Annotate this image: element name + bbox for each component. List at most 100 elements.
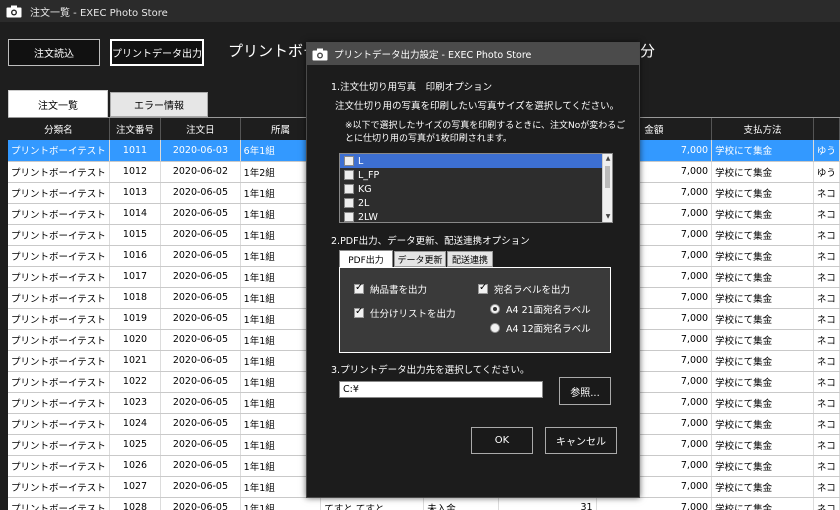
label-a4-21-radio[interactable]: A4 21面宛名ラベル — [490, 302, 591, 316]
column-header[interactable] — [813, 118, 840, 140]
section1-note-line1: ※以下で選択したサイズの写真を印刷するときに、注文Noが変わるご — [345, 121, 626, 131]
table-cell: 1023 — [109, 392, 162, 414]
table-cell: ネコ — [813, 434, 840, 456]
table-cell: 2020-06-05 — [160, 287, 241, 309]
column-header[interactable]: 注文日 — [160, 118, 241, 140]
checkbox-icon[interactable] — [344, 198, 354, 208]
table-row[interactable]: プリントボーイテスト 1028 2020-06-05 1年1組 てすと てすと 未入金 31… — [8, 497, 840, 510]
checkbox-icon[interactable] — [344, 212, 354, 222]
table-cell: 1019 — [109, 308, 162, 330]
table-cell: ネコ — [813, 308, 840, 330]
table-cell: ネコ — [813, 266, 840, 288]
table-cell: ネコ — [813, 329, 840, 351]
column-header[interactable]: 注文番号 — [109, 118, 162, 140]
table-cell: 学校にて集金 — [711, 161, 814, 183]
table-cell: ネコ — [813, 350, 840, 372]
size-listbox[interactable]: L L_FP KG 2L 2LW ▲ ▼ — [339, 153, 613, 223]
table-cell: プリントボーイテスト — [8, 455, 110, 477]
load-orders-button[interactable]: 注文読込 — [8, 39, 100, 66]
column-header[interactable]: 支払方法 — [711, 118, 814, 140]
table-cell: ネコ — [813, 371, 840, 393]
table-cell: 1014 — [109, 203, 162, 225]
tab-data-update[interactable]: データ更新 — [394, 251, 446, 267]
table-cell: 2020-06-05 — [160, 266, 241, 288]
print-export-dialog: プリントデータ出力設定 - EXEC Photo Store 1.注文仕切り用写… — [306, 42, 640, 498]
app-window: 注文一覧 - EXEC Photo Store 注文読込 プリントデータ出力 プ… — [0, 0, 840, 510]
table-cell: 学校にて集金 — [711, 497, 814, 510]
table-cell: 未入金 — [423, 497, 500, 510]
pdf-options-panel: 納品書を出力 仕分けリストを出力 宛名ラベルを出力 A4 21面宛名ラベル A4… — [339, 267, 611, 353]
page-title: プリントボー — [228, 42, 319, 60]
list-item-label: L — [358, 155, 364, 167]
scroll-down-icon[interactable]: ▼ — [604, 213, 612, 221]
table-cell: 1015 — [109, 224, 162, 246]
list-item[interactable]: 2L — [340, 196, 602, 210]
table-cell: 2020-06-05 — [160, 350, 241, 372]
checkbox-icon[interactable] — [344, 184, 354, 194]
checkbox-checked-icon — [478, 282, 488, 294]
output-path-field[interactable]: C:¥ — [339, 381, 543, 398]
table-cell: プリントボーイテスト — [8, 371, 110, 393]
table-cell: 2020-06-05 — [160, 329, 241, 351]
column-header[interactable]: 分類名 — [8, 118, 110, 140]
section1-description: 注文仕切り用の写真を印刷したい写真サイズを選択してください。 — [335, 101, 620, 112]
sort-list-checkbox[interactable]: 仕分けリストを出力 — [354, 306, 456, 320]
scroll-thumb[interactable] — [605, 166, 610, 188]
tab-pdf-output[interactable]: PDF出力 — [339, 250, 393, 268]
title-bar: 注文一覧 - EXEC Photo Store — [0, 0, 840, 22]
table-cell: ネコ — [813, 245, 840, 267]
list-item-label: 2L — [358, 197, 370, 209]
table-cell: 1011 — [109, 140, 162, 162]
tab-errors[interactable]: エラー情報 — [110, 92, 208, 117]
table-cell: 学校にて集金 — [711, 455, 814, 477]
section2-heading: 2.PDF出力、データ更新、配送連携オプション — [331, 236, 530, 247]
ok-button[interactable]: OK — [471, 427, 533, 454]
table-cell: 学校にて集金 — [711, 371, 814, 393]
checkbox-icon[interactable] — [344, 170, 354, 180]
table-cell: 1016 — [109, 245, 162, 267]
table-cell: 学校にて集金 — [711, 245, 814, 267]
print-export-button[interactable]: プリントデータ出力 — [110, 39, 204, 66]
list-item[interactable]: 2LW — [340, 210, 602, 222]
table-cell: 1018 — [109, 287, 162, 309]
table-cell: プリントボーイテスト — [8, 413, 110, 435]
checkbox-icon[interactable] — [344, 156, 354, 166]
table-cell: ネコ — [813, 224, 840, 246]
listbox-scrollbar[interactable]: ▲ ▼ — [602, 154, 612, 222]
table-cell: 学校にて集金 — [711, 476, 814, 498]
tab-delivery-link[interactable]: 配送連携 — [447, 251, 493, 267]
table-cell: 1017 — [109, 266, 162, 288]
table-cell: プリントボーイテスト — [8, 224, 110, 246]
table-cell: 2020-06-05 — [160, 392, 241, 414]
table-cell: 学校にて集金 — [711, 434, 814, 456]
address-label-checkbox[interactable]: 宛名ラベルを出力 — [478, 282, 570, 296]
table-cell: 7,000 — [596, 497, 713, 510]
list-item[interactable]: L_FP — [340, 168, 602, 182]
table-cell: 2020-06-05 — [160, 371, 241, 393]
label-a4-12-radio[interactable]: A4 12面宛名ラベル — [490, 321, 591, 335]
label-a4-21-text: A4 21面宛名ラベル — [506, 305, 591, 316]
table-cell: 1022 — [109, 371, 162, 393]
table-cell: 2020-06-05 — [160, 182, 241, 204]
table-cell: プリントボーイテスト — [8, 203, 110, 225]
table-cell: 31 — [498, 497, 597, 510]
list-item[interactable]: KG — [340, 182, 602, 196]
table-cell: プリントボーイテスト — [8, 245, 110, 267]
section1-heading: 1.注文仕切り用写真 印刷オプション — [331, 82, 493, 93]
dialog-title: プリントデータ出力設定 - EXEC Photo Store — [334, 50, 532, 61]
delivery-slip-checkbox[interactable]: 納品書を出力 — [354, 282, 427, 296]
table-cell: 1012 — [109, 161, 162, 183]
table-cell: ネコ — [813, 497, 840, 510]
dialog-title-bar: プリントデータ出力設定 - EXEC Photo Store — [307, 43, 639, 65]
list-item[interactable]: L — [340, 154, 602, 168]
browse-button[interactable]: 参照... — [559, 377, 611, 405]
tab-orders[interactable]: 注文一覧 — [8, 90, 108, 117]
table-cell: ネコ — [813, 203, 840, 225]
table-cell: ネコ — [813, 182, 840, 204]
table-cell: 学校にて集金 — [711, 182, 814, 204]
table-cell: プリントボーイテスト — [8, 266, 110, 288]
table-cell: 学校にて集金 — [711, 203, 814, 225]
table-cell: 1024 — [109, 413, 162, 435]
scroll-up-icon[interactable]: ▲ — [604, 155, 612, 163]
cancel-button[interactable]: キャンセル — [545, 427, 617, 454]
